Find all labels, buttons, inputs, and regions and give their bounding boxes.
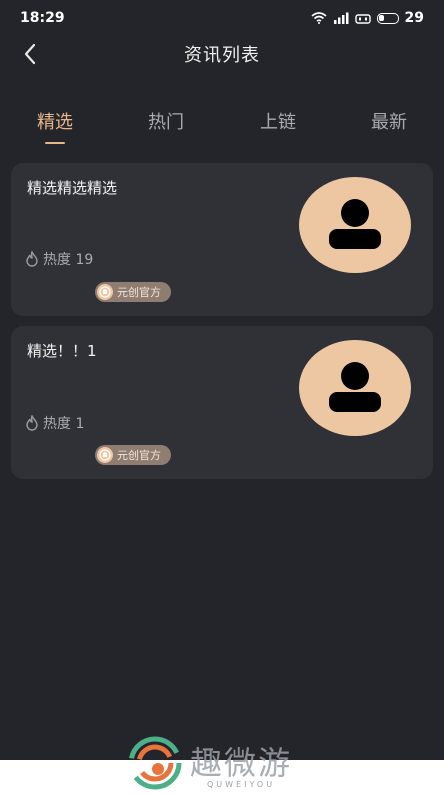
tab-label: 热门 bbox=[148, 112, 184, 133]
news-card[interactable]: 精选！！1 热度 1 元创官方 bbox=[11, 326, 433, 479]
official-icon bbox=[97, 447, 113, 463]
avatar bbox=[299, 340, 411, 436]
heat-text: 热度 1 bbox=[43, 416, 85, 432]
source-badge: 元创官方 bbox=[95, 282, 171, 302]
watermark-text-group: 趣微游 QUWEIYOU bbox=[190, 738, 292, 789]
news-card[interactable]: 精选精选精选 热度 19 元创官方 bbox=[11, 163, 433, 316]
status-time: 18:29 bbox=[20, 10, 65, 26]
tab-onchain[interactable]: 上链 bbox=[238, 108, 318, 134]
avatar-body bbox=[329, 229, 381, 249]
flame-icon bbox=[26, 415, 38, 431]
heat-text: 热度 19 bbox=[43, 252, 94, 268]
watermark-text: 趣微游 bbox=[190, 743, 293, 782]
wifi-icon bbox=[310, 12, 327, 24]
watermark: 趣微游 QUWEIYOU bbox=[128, 736, 292, 790]
header: 资讯列表 bbox=[0, 36, 444, 72]
heat-indicator: 热度 1 bbox=[25, 413, 84, 433]
battery-level: 29 bbox=[404, 10, 424, 26]
avatar-body bbox=[329, 392, 381, 412]
page-title: 资讯列表 bbox=[184, 45, 260, 66]
official-icon bbox=[97, 284, 113, 300]
avatar bbox=[299, 177, 411, 273]
badge-text: 元创官方 bbox=[117, 286, 161, 299]
battery-icon bbox=[376, 12, 399, 24]
avatar-head bbox=[341, 362, 369, 390]
tab-bar: 精选 热门 上链 最新 bbox=[0, 108, 444, 148]
tab-underline bbox=[45, 142, 65, 144]
tab-latest[interactable]: 最新 bbox=[349, 108, 429, 134]
status-icons: 29 bbox=[310, 10, 424, 26]
tab-featured[interactable]: 精选 bbox=[15, 108, 95, 144]
tab-label: 精选 bbox=[37, 112, 73, 133]
chevron-left-icon bbox=[24, 43, 36, 65]
tab-label: 上链 bbox=[260, 112, 296, 133]
tab-hot[interactable]: 热门 bbox=[126, 108, 206, 134]
status-bar: 18:29 29 bbox=[0, 0, 444, 36]
flame-icon bbox=[26, 251, 38, 267]
signal-icon bbox=[333, 12, 349, 24]
source-badge: 元创官方 bbox=[95, 445, 171, 465]
avatar-head bbox=[341, 199, 369, 227]
heat-indicator: 热度 19 bbox=[25, 249, 93, 269]
watermark-logo-icon bbox=[128, 736, 182, 790]
hd-signal-icon bbox=[354, 14, 371, 24]
badge-text: 元创官方 bbox=[117, 449, 161, 462]
tab-label: 最新 bbox=[371, 112, 407, 133]
back-button[interactable] bbox=[14, 38, 46, 70]
card-title: 精选精选精选 bbox=[27, 179, 118, 197]
card-title: 精选！！1 bbox=[27, 342, 97, 360]
